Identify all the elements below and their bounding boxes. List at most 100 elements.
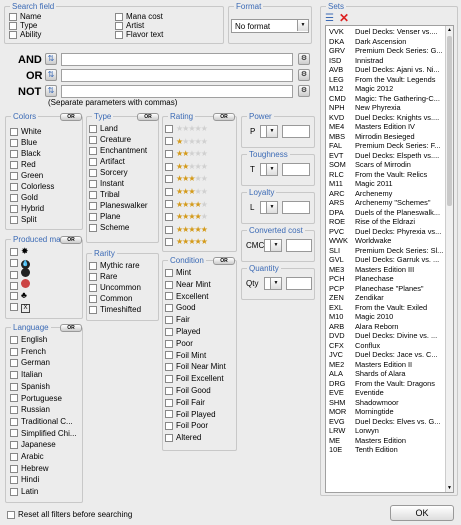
set-row[interactable]: CFX Conflux <box>329 341 453 351</box>
set-row[interactable]: SLI Premium Deck Series: Sl... <box>329 246 453 256</box>
set-row[interactable]: 10E Tenth Edition <box>329 445 453 455</box>
rating-row[interactable]: ★★★★★ <box>165 211 208 222</box>
type-instant-checkbox[interactable]: Instant <box>89 178 124 189</box>
colors-or-button[interactable]: OR <box>60 113 82 121</box>
cmc-operator-select[interactable]: ▼ <box>264 239 282 252</box>
condition-near-mint-checkbox[interactable]: Near Mint <box>165 279 211 290</box>
color-white-checkbox[interactable]: White <box>10 126 41 137</box>
color-split-checkbox[interactable]: Split <box>10 214 37 225</box>
rating-row[interactable]: ★★★★★ <box>165 224 208 235</box>
scroll-down-icon[interactable]: ▼ <box>447 485 452 491</box>
set-row[interactable]: EVG Duel Decks: Elves vs. G... <box>329 417 453 427</box>
format-select[interactable]: No format ▼ <box>231 19 309 33</box>
condition-foil-poor-checkbox[interactable]: Foil Poor <box>165 420 208 431</box>
language-spanish-checkbox[interactable]: Spanish <box>10 381 50 392</box>
set-row[interactable]: ME2 Masters Edition II <box>329 360 453 370</box>
and-input[interactable] <box>61 53 293 66</box>
set-row[interactable]: ARB Alara Reborn <box>329 322 453 332</box>
language-latin-checkbox[interactable]: Latin <box>10 486 38 497</box>
set-row[interactable]: ME3 Masters Edition III <box>329 265 453 275</box>
rating-row[interactable]: ★★★★★ <box>165 148 208 159</box>
condition-good-checkbox[interactable]: Good <box>165 302 196 313</box>
rarity-uncommon-checkbox[interactable]: Uncommon <box>89 282 141 293</box>
mana-white-checkbox[interactable]: ✸ <box>10 246 29 257</box>
type-plane-checkbox[interactable]: Plane <box>89 211 120 222</box>
language-simplified-chi-checkbox[interactable]: Simplified Chi... <box>10 428 77 439</box>
rarity-rare-checkbox[interactable]: Rare <box>89 271 117 282</box>
sets-list[interactable]: VVK Duel Decks: Venser vs.... DKA Dark Asce… <box>325 25 454 493</box>
set-row[interactable]: ME Masters Edition <box>329 436 453 446</box>
color-colorless-checkbox[interactable]: Colorless <box>10 181 54 192</box>
rarity-mythic-rare-checkbox[interactable]: Mythic rare <box>89 260 140 271</box>
color-gold-checkbox[interactable]: Gold <box>10 192 38 203</box>
language-russian-checkbox[interactable]: Russian <box>10 404 50 415</box>
set-row[interactable]: DPA Duels of the Planeswalk... <box>329 208 453 218</box>
rating-row[interactable]: ★★★★★ <box>165 123 208 134</box>
type-or-button[interactable]: OR <box>137 113 159 121</box>
type-land-checkbox[interactable]: Land <box>89 123 118 134</box>
condition-foil-mint-checkbox[interactable]: Foil Mint <box>165 350 206 361</box>
language-english-checkbox[interactable]: English <box>10 334 47 345</box>
or-operator-button[interactable]: ⇅ <box>45 69 57 81</box>
set-row[interactable]: SOM Scars of Mirrodin <box>329 160 453 170</box>
set-row[interactable]: M10 Magic 2010 <box>329 312 453 322</box>
set-row[interactable]: AVB Duel Decks: Ajani vs. Ni... <box>329 65 453 75</box>
set-row[interactable]: NPH New Phyrexia <box>329 103 453 113</box>
type-creature-checkbox[interactable]: Creature <box>89 134 131 145</box>
type-artifact-checkbox[interactable]: Artifact <box>89 156 125 167</box>
set-row[interactable]: M12 Magic 2012 <box>329 84 453 94</box>
loyalty-input[interactable] <box>282 201 310 214</box>
rating-row[interactable]: ★★★★★ <box>165 173 208 184</box>
mana-blue-checkbox[interactable]: 💧 <box>10 257 30 269</box>
condition-foil-near-mint-checkbox[interactable]: Foil Near Mint <box>165 361 226 372</box>
set-row[interactable]: ROE Rise of the Eldrazi <box>329 217 453 227</box>
rating-row[interactable]: ★★★★★ <box>165 199 208 210</box>
set-row[interactable]: ZEN Zendikar <box>329 293 453 303</box>
power-input[interactable] <box>282 125 310 138</box>
condition-mint-checkbox[interactable]: Mint <box>165 267 191 278</box>
mana-red-checkbox[interactable] <box>10 279 30 290</box>
type-enchantment-checkbox[interactable]: Enchantment <box>89 145 147 156</box>
language-french-checkbox[interactable]: French <box>10 346 46 357</box>
set-row[interactable]: PVC Duel Decks: Phyrexia vs... <box>329 227 453 237</box>
set-row[interactable]: GVL Duel Decks: Garruk vs. ... <box>329 255 453 265</box>
language-traditional-c-checkbox[interactable]: Traditional C... <box>10 416 73 427</box>
rating-row[interactable]: ★★★★★ <box>165 136 208 147</box>
condition-played-checkbox[interactable]: Played <box>165 326 200 337</box>
toughness-input[interactable] <box>282 163 310 176</box>
set-row[interactable]: CMD Magic: The Gathering-C... <box>329 94 453 104</box>
sets-scrollbar[interactable]: ▲ ▼ <box>445 26 453 492</box>
set-row[interactable]: M11 Magic 2011 <box>329 179 453 189</box>
mana-green-checkbox[interactable]: ♣ <box>10 290 27 301</box>
language-hindi-checkbox[interactable]: Hindi <box>10 474 39 485</box>
language-hebrew-checkbox[interactable]: Hebrew <box>10 463 49 474</box>
rating-row[interactable]: ★★★★★ <box>165 161 208 172</box>
type-scheme-checkbox[interactable]: Scheme <box>89 222 129 233</box>
set-row[interactable]: ARS Archenemy "Schemes" <box>329 198 453 208</box>
set-row[interactable]: GRV Premium Deck Series: G... <box>329 46 453 56</box>
set-row[interactable]: DVD Duel Decks: Divine vs. ... <box>329 331 453 341</box>
set-row[interactable]: ARC Archenemy <box>329 189 453 199</box>
set-row[interactable]: EVT Duel Decks: Elspeth vs.... <box>329 151 453 161</box>
set-row[interactable]: DRG From the Vault: Dragons <box>329 379 453 389</box>
select-all-sets-icon[interactable]: ☰ <box>325 13 334 24</box>
condition-foil-excellent-checkbox[interactable]: Foil Excellent <box>165 373 224 384</box>
reset-filters-checkbox[interactable]: Reset all filters before searching <box>7 510 132 520</box>
set-row[interactable]: ISD Innistrad <box>329 56 453 66</box>
set-row[interactable]: ME4 Masters Edition IV <box>329 122 453 132</box>
rating-row[interactable]: ★★★★★ <box>165 236 208 247</box>
not-symbol-button[interactable]: ⚙ <box>298 85 310 97</box>
rarity-timeshifted-checkbox[interactable]: Timeshifted <box>89 304 141 315</box>
set-row[interactable]: EXL From the Vault: Exiled <box>329 303 453 313</box>
search-ability-checkbox[interactable]: Ability <box>9 29 41 40</box>
condition-foil-good-checkbox[interactable]: Foil Good <box>165 385 211 396</box>
set-row[interactable]: WWK Worldwake <box>329 236 453 246</box>
power-operator-select[interactable]: ▼ <box>260 125 278 138</box>
color-black-checkbox[interactable]: Black <box>10 148 41 159</box>
color-hybrid-checkbox[interactable]: Hybrid <box>10 203 44 214</box>
language-italian-checkbox[interactable]: Italian <box>10 369 42 380</box>
not-operator-button[interactable]: ⇅ <box>45 85 57 97</box>
and-symbol-button[interactable]: ⚙ <box>298 53 310 65</box>
color-green-checkbox[interactable]: Green <box>10 170 43 181</box>
set-row[interactable]: JVC Duel Decks: Jace vs. C... <box>329 350 453 360</box>
